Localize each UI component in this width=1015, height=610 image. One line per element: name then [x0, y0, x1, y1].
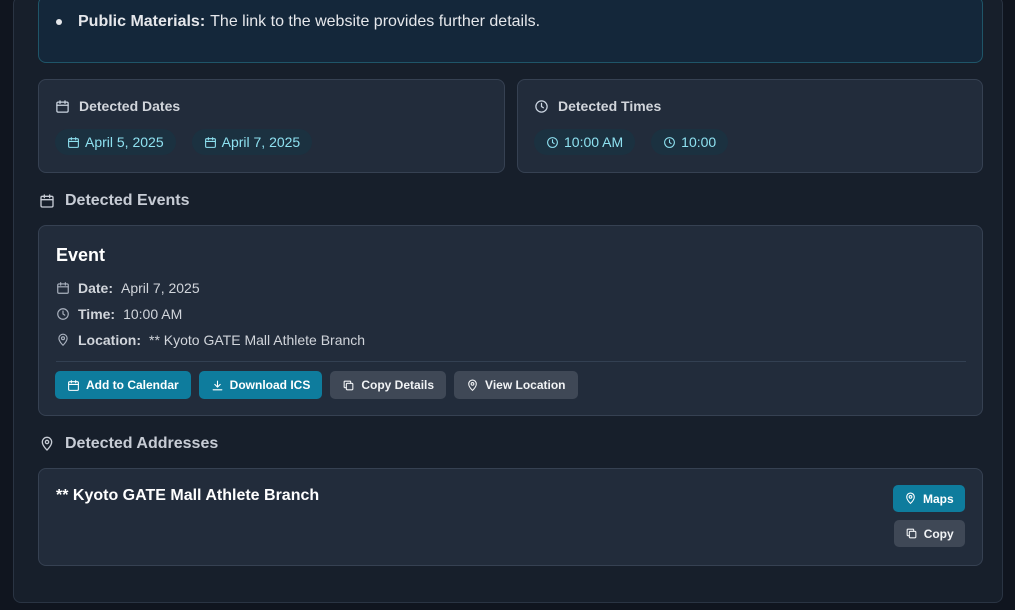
event-location-row: Location: ** Kyoto GATE Mall Athlete Bra…: [56, 332, 365, 348]
copy-icon: [343, 380, 354, 390]
calendar-icon: [57, 282, 69, 294]
addresses-heading: Detected Addresses: [39, 435, 218, 453]
detected-dates-card: [38, 79, 505, 173]
copy-address-button[interactable]: Copy: [893, 520, 965, 547]
calendar-icon: [56, 99, 69, 113]
events-heading: Detected Events: [39, 192, 190, 210]
map-pin-icon: [906, 492, 915, 505]
event-title: Event: [56, 245, 106, 265]
calendar-icon: [68, 379, 79, 391]
clock-icon: [547, 136, 558, 148]
summary-bullet: Public Materials: The link to the websit…: [56, 13, 540, 31]
address-actions: Maps Copy: [893, 485, 965, 547]
summary-box: [38, 0, 983, 63]
calendar-icon: [40, 194, 54, 208]
time-chip[interactable]: 10:00 AM: [534, 129, 636, 155]
detected-dates-title: Detected Dates: [55, 98, 180, 114]
maps-button[interactable]: Maps: [893, 485, 965, 512]
map-pin-icon: [58, 333, 68, 347]
event-actions: Add to Calendar Download ICS Copy Detail…: [55, 371, 578, 399]
copy-details-button[interactable]: Copy Details: [330, 371, 447, 399]
address-text: ** Kyoto GATE Mall Athlete Branch: [56, 487, 320, 504]
detected-times-title: Detected Times: [534, 98, 661, 114]
bullet-dot: [56, 19, 62, 25]
event-time-value: 10:00 AM: [123, 306, 183, 322]
date-chips: April 5, 2025 April 7, 2025: [55, 129, 313, 155]
event-time-row: Time: 10:00 AM: [56, 306, 182, 322]
calendar-icon: [204, 136, 216, 148]
date-chip[interactable]: April 5, 2025: [55, 129, 176, 155]
bullet-text: The link to the website provides further…: [210, 13, 541, 30]
event-date-row: Date: April 7, 2025: [56, 280, 200, 296]
download-ics-button[interactable]: Download ICS: [198, 371, 323, 399]
map-pin-icon: [41, 436, 53, 451]
add-to-calendar-button[interactable]: Add to Calendar: [55, 371, 191, 399]
map-pin-icon: [468, 379, 477, 391]
time-chip[interactable]: 10:00: [651, 129, 729, 155]
bullet-label: Public Materials:: [78, 13, 206, 30]
address-card: [38, 468, 983, 566]
date-chip[interactable]: April 7, 2025: [191, 129, 313, 155]
time-chips: 10:00 AM 10:00: [534, 129, 729, 155]
event-divider: [56, 361, 966, 362]
calendar-icon: [68, 136, 79, 148]
clock-icon: [57, 308, 69, 320]
detected-times-card: [517, 79, 983, 173]
view-location-button[interactable]: View Location: [454, 371, 578, 399]
clock-icon: [535, 99, 548, 113]
copy-icon: [906, 528, 917, 539]
download-icon: [212, 380, 223, 390]
event-date-value: April 7, 2025: [121, 280, 200, 296]
event-location-value: ** Kyoto GATE Mall Athlete Branch: [149, 332, 366, 348]
clock-icon: [664, 136, 676, 148]
